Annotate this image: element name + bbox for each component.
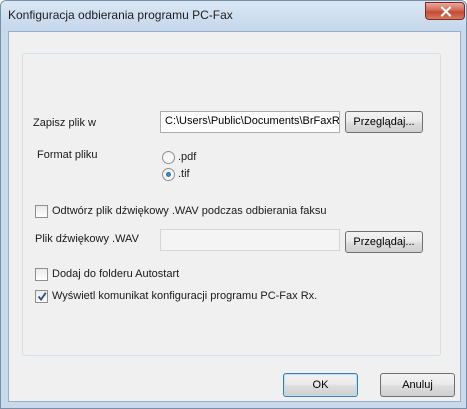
show-message-checkbox[interactable] (35, 290, 48, 303)
autostart-checkbox[interactable] (35, 268, 48, 281)
file-format-label: Format pliku (37, 149, 98, 161)
browse-wav-button[interactable]: Przeglądaj... (345, 231, 423, 253)
cancel-button[interactable]: Anuluj (380, 373, 455, 397)
close-icon (440, 6, 452, 17)
save-location-label: Zapisz plik w (33, 117, 96, 129)
show-message-label[interactable]: Wyświetl komunikat konfiguracji programu… (52, 290, 317, 302)
browse-folder-button[interactable]: Przeglądaj... (345, 111, 423, 133)
play-wav-label[interactable]: Odtwórz plik dźwiękowy .WAV podczas odbi… (52, 205, 327, 217)
wav-file-label: Plik dźwiękowy .WAV (35, 233, 139, 245)
autostart-label[interactable]: Dodaj do folderu Autostart (52, 268, 179, 280)
play-wav-checkbox[interactable] (35, 205, 48, 218)
ok-button[interactable]: OK (283, 373, 358, 397)
format-tif-radio[interactable] (162, 168, 175, 181)
title-bar[interactable]: Konfiguracja odbierania programu PC-Fax (1, 1, 466, 31)
format-pdf-label[interactable]: .pdf (178, 151, 196, 163)
window-title: Konfiguracja odbierania programu PC-Fax (8, 8, 233, 22)
save-path-field[interactable]: C:\Users\Public\Documents\BrFaxR (160, 111, 340, 133)
checkmark-icon (37, 292, 47, 301)
format-tif-label[interactable]: .tif (178, 168, 190, 180)
close-button[interactable] (425, 2, 465, 20)
format-pdf-radio[interactable] (162, 151, 175, 164)
wav-file-field[interactable] (160, 229, 340, 251)
